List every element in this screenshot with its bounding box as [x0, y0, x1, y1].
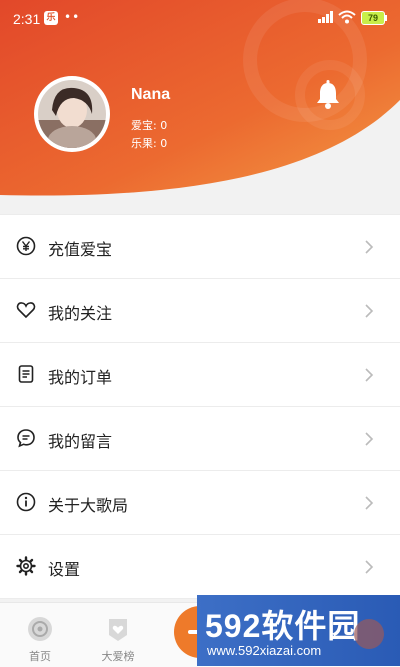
menu-item-label: 关于大歌局: [48, 496, 129, 515]
menu-item-label: 我的关注: [48, 304, 113, 323]
chevron-right-icon: [365, 240, 374, 254]
fun-fruit-count: 乐果: 0: [131, 137, 168, 150]
chevron-right-icon: [365, 496, 374, 510]
menu-item-label: 充值爱宝: [48, 240, 113, 259]
menu-item-messages[interactable]: 我的留言: [0, 407, 400, 471]
chevron-right-icon: [365, 432, 374, 446]
status-time: 2:31: [13, 11, 41, 27]
status-bar: 2:31 乐 •• 79: [0, 0, 400, 34]
bell-icon[interactable]: [314, 80, 342, 110]
menu-item-orders[interactable]: 我的订单: [0, 343, 400, 407]
chat-bubble-icon: [17, 429, 35, 448]
avatar[interactable]: [34, 76, 110, 152]
profile-tab-icon: [354, 619, 384, 649]
menu-item-recharge[interactable]: 充值爱宝: [0, 215, 400, 279]
menu-item-settings[interactable]: 设置: [0, 535, 400, 599]
document-icon: [18, 365, 34, 383]
chevron-right-icon: [365, 560, 374, 574]
signal-icon: [318, 11, 333, 23]
info-circle-icon: [16, 492, 36, 512]
avatar-photo: [38, 80, 106, 148]
menu-item-label: 设置: [48, 560, 81, 579]
tab-love-chart[interactable]: 大爱榜: [78, 603, 158, 667]
menu-item-label: 我的留言: [48, 432, 113, 451]
chevron-right-icon: [365, 368, 374, 382]
yen-circle-icon: [16, 236, 36, 256]
chevron-right-icon: [365, 304, 374, 318]
love-treasure-count: 爱宝: 0: [131, 119, 168, 132]
menu-item-label: 我的订单: [48, 368, 113, 387]
profile-header: 2:31 乐 •• 79 Nana 爱宝: 0 乐果: 0: [0, 0, 400, 215]
battery-indicator: 79: [361, 11, 387, 25]
tab-home[interactable]: 首页: [0, 603, 80, 667]
app-notification-icon: 乐: [44, 11, 58, 25]
menu-item-following[interactable]: 我的关注: [0, 279, 400, 343]
tab-label: 大爱榜: [101, 650, 135, 663]
home-disc-icon: [28, 617, 52, 641]
gear-icon: [16, 556, 36, 576]
menu-list: 充值爱宝 我的关注 我的订单 我的留言 关于大歌局 设置: [0, 214, 400, 599]
watermark-overlay: 592软件园 www.592xiazai.com: [197, 595, 400, 666]
wifi-icon: [338, 10, 356, 24]
notification-dots: ••: [64, 10, 81, 24]
menu-item-about[interactable]: 关于大歌局: [0, 471, 400, 535]
username: Nana: [131, 86, 171, 103]
watermark-title: 592软件园: [205, 608, 361, 644]
tab-label: 首页: [29, 650, 51, 663]
heart-badge-icon: [109, 619, 127, 641]
watermark-url: www.592xiazai.com: [207, 643, 322, 658]
heart-icon: [16, 302, 36, 319]
